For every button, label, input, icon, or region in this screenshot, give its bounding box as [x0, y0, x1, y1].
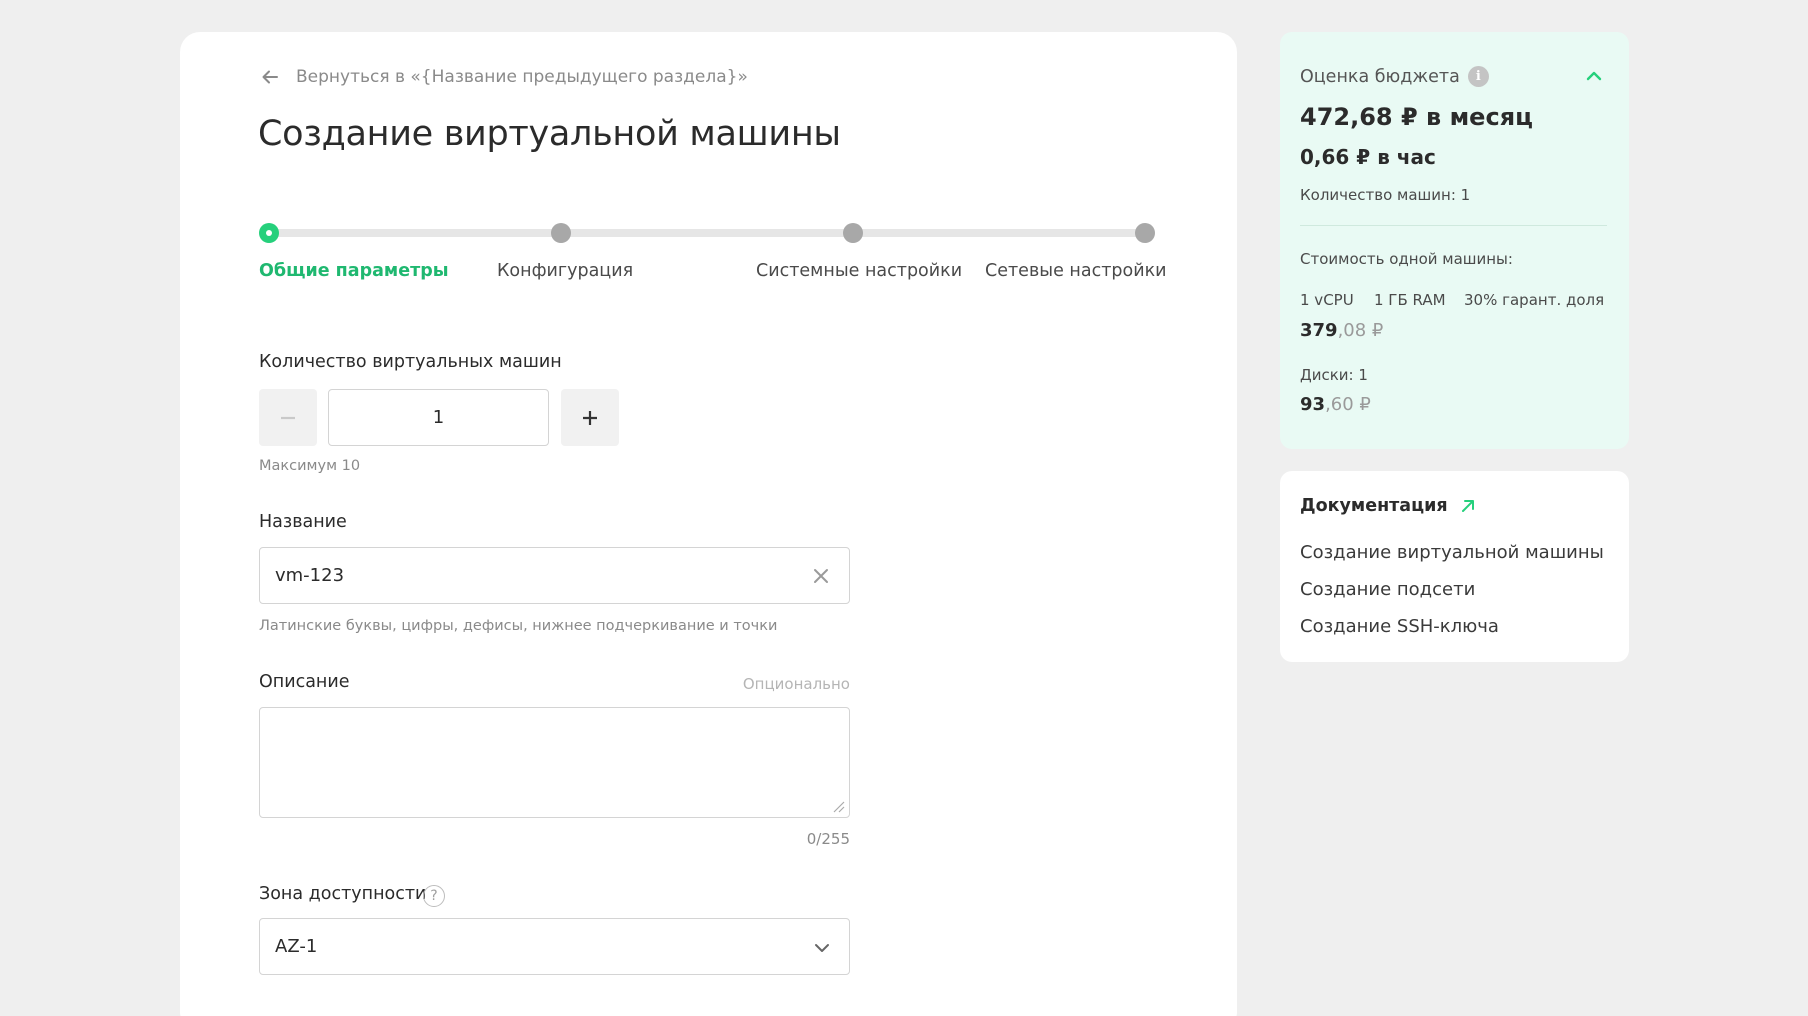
zone-select-value: AZ-1: [275, 936, 318, 957]
chevron-down-icon: [815, 944, 829, 952]
external-link-icon: [1461, 500, 1474, 512]
docs-title[interactable]: Документация: [1300, 496, 1476, 516]
quantity-label: Количество виртуальных машин: [259, 352, 562, 372]
step-label-system[interactable]: Системные настройки: [756, 261, 962, 281]
arrow-left-icon: [262, 70, 278, 84]
step-label-network[interactable]: Сетевые настройки: [985, 261, 1167, 281]
name-label: Название: [259, 512, 347, 532]
decrement-button[interactable]: [259, 389, 317, 446]
clear-icon[interactable]: [811, 566, 831, 586]
price-per-month: 472,68 ₽ в месяц: [1300, 103, 1533, 131]
info-icon[interactable]: i: [1467, 66, 1489, 87]
step-label-configuration[interactable]: Конфигурация: [497, 261, 633, 281]
docs-link-create-subnet[interactable]: Создание подсети: [1300, 579, 1475, 600]
page-title: Создание виртуальной машины: [258, 114, 841, 154]
step-dot-configuration[interactable]: [551, 223, 571, 243]
spec-guaranteed-share: 30% гарант. доля: [1464, 291, 1605, 309]
optional-label: Опционально: [742, 675, 850, 693]
back-link[interactable]: Вернуться в «{Название предыдущего разде…: [260, 64, 748, 90]
compute-cost-frac: ,08 ₽: [1337, 320, 1384, 341]
disks-cost-int: 93: [1300, 394, 1326, 415]
compute-cost-int: 379: [1300, 320, 1338, 341]
machines-count: Количество машин: 1: [1300, 186, 1471, 204]
one-machine-cost-label: Стоимость одной машины:: [1300, 250, 1513, 268]
description-textarea[interactable]: [259, 707, 850, 818]
quantity-hint: Максимум 10: [259, 458, 361, 474]
step-label-general[interactable]: Общие параметры: [259, 261, 449, 281]
stepper-track: [268, 229, 1148, 237]
docs-link-create-vm[interactable]: Создание виртуальной машины: [1300, 542, 1604, 563]
resize-grip-icon[interactable]: [831, 799, 845, 813]
chevron-up-icon[interactable]: [1584, 66, 1604, 86]
disks-cost-frac: ,60 ₽: [1325, 394, 1371, 415]
spec-ram: 1 ГБ RAM: [1374, 291, 1446, 309]
name-input-value: vm-123: [275, 565, 345, 586]
step-dot-network[interactable]: [1135, 223, 1155, 243]
description-counter: 0/255: [806, 830, 850, 848]
description-label: Описание: [259, 672, 350, 692]
back-link-label: Вернуться в «{Название предыдущего разде…: [296, 67, 748, 87]
docs-title-label: Документация: [1300, 496, 1448, 516]
zone-label: Зона доступности: [259, 884, 427, 904]
budget-card: [1280, 32, 1629, 449]
price-per-hour: 0,66 ₽ в час: [1300, 145, 1436, 169]
docs-link-create-ssh-key[interactable]: Создание SSH-ключа: [1300, 616, 1499, 637]
zone-select[interactable]: AZ-1: [259, 918, 850, 975]
name-input[interactable]: vm-123: [259, 547, 850, 604]
minus-icon: [281, 416, 295, 419]
name-hint: Латинские буквы, цифры, дефисы, нижнее п…: [259, 618, 778, 634]
increment-button[interactable]: [561, 389, 619, 446]
budget-title-label: Оценка бюджета: [1300, 66, 1460, 87]
budget-title: Оценка бюджета i: [1300, 66, 1489, 87]
step-dot-system[interactable]: [843, 223, 863, 243]
disks-label: Диски: 1: [1300, 366, 1368, 384]
spec-vcpu: 1 vCPU: [1300, 291, 1354, 309]
plus-icon: [583, 410, 597, 425]
disks-cost: 93,60 ₽: [1300, 394, 1371, 415]
budget-divider: [1300, 225, 1607, 226]
step-dot-general[interactable]: [259, 223, 279, 243]
help-icon[interactable]: ?: [423, 885, 445, 907]
compute-cost: 379,08 ₽: [1300, 320, 1383, 341]
quantity-input[interactable]: 1: [328, 389, 549, 446]
